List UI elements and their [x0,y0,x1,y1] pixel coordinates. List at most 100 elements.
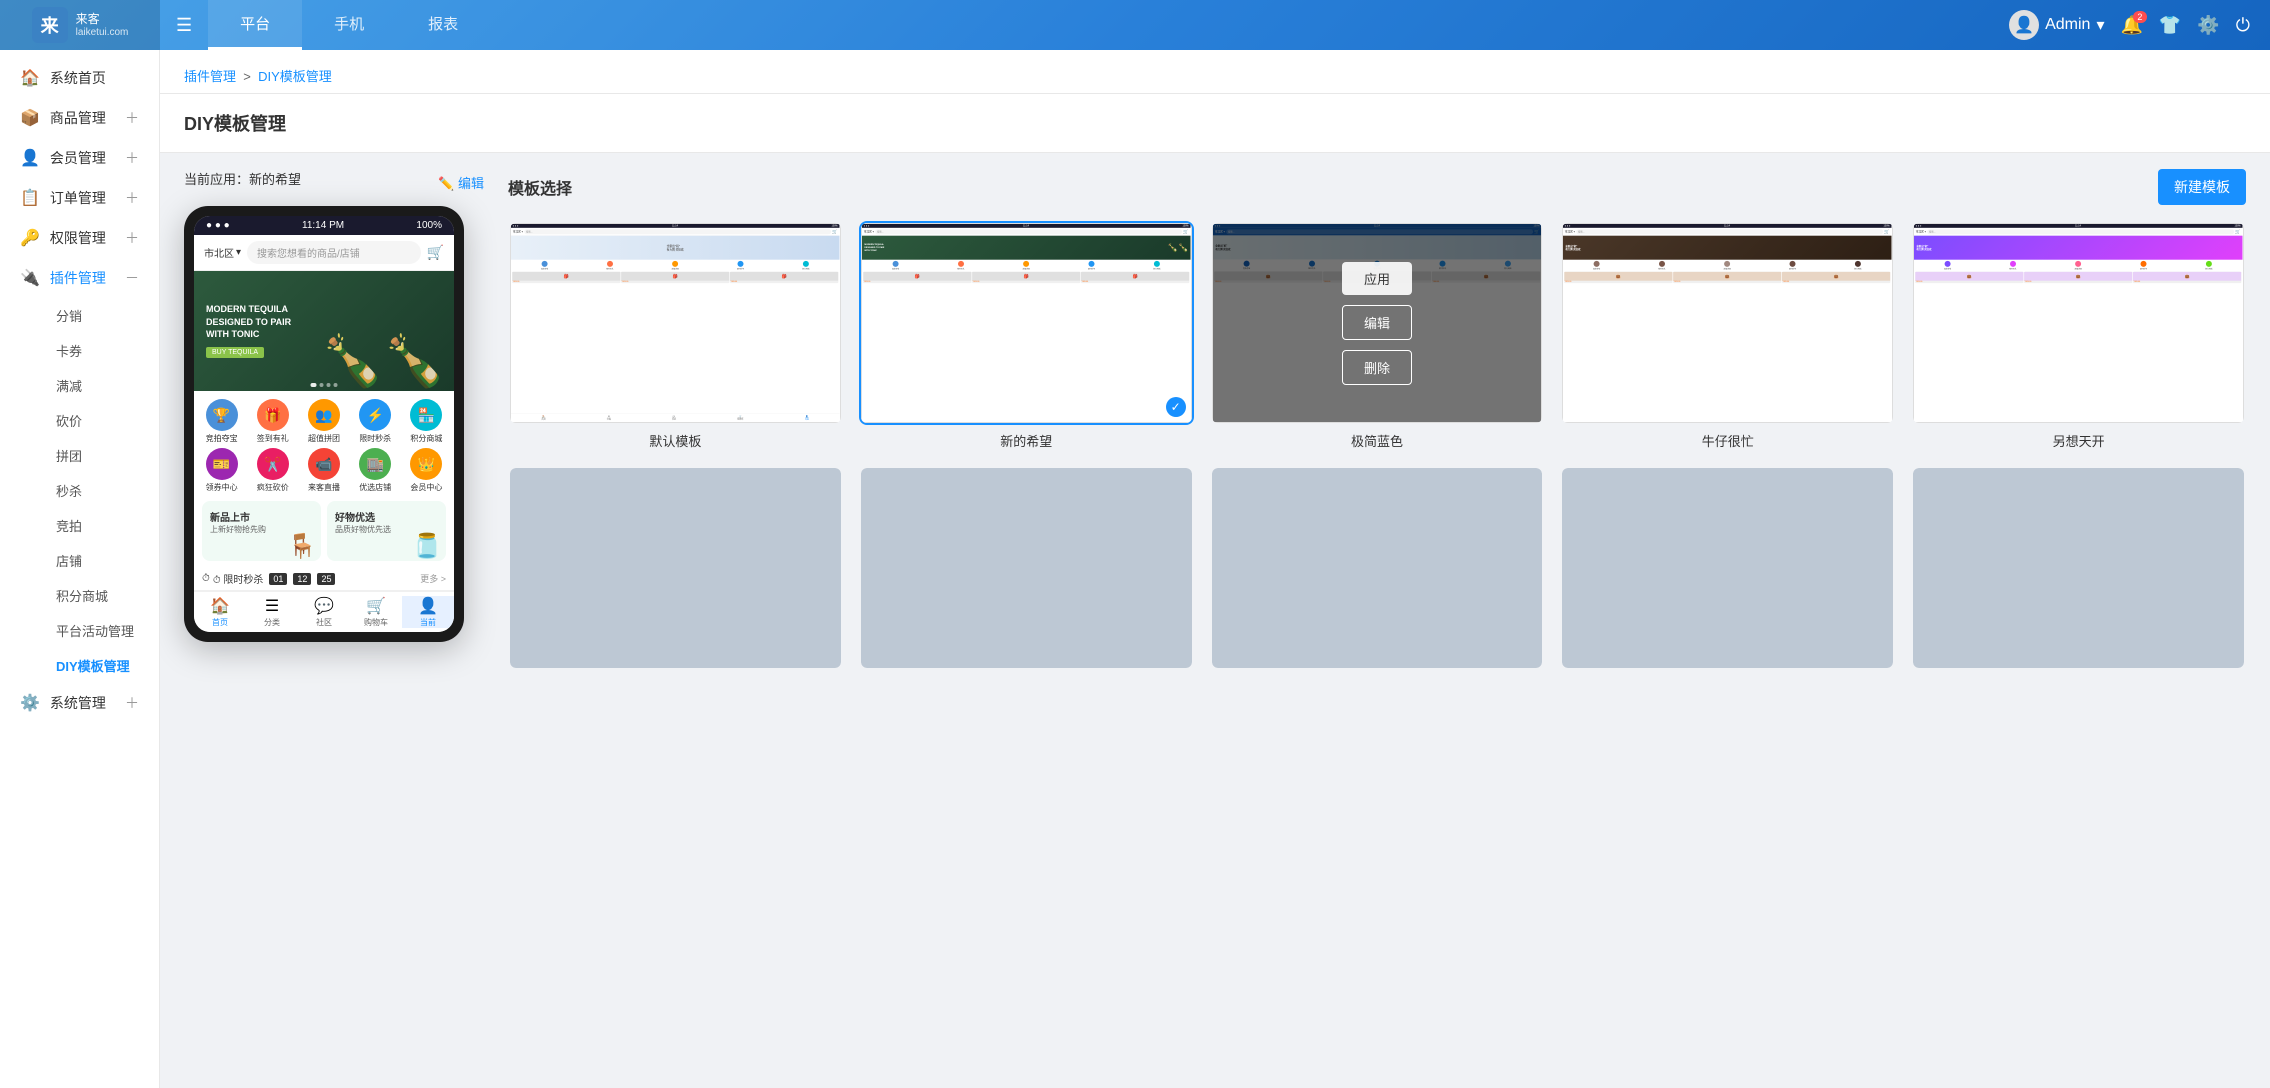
plus-icon-permissions[interactable]: ＋ [125,228,139,248]
apply-btn-blue[interactable]: 应用 [1342,262,1412,295]
hamburger-icon[interactable]: ☰ [160,15,208,36]
sidebar-sub-miaosha[interactable]: 秒杀 [44,473,159,508]
countdown-more[interactable]: 更多 > [420,572,446,585]
sidebar-sub-jingpai[interactable]: 竞拍 [44,508,159,543]
bottom-nav-community[interactable]: 💬 社区 [298,596,350,628]
template-card-hope[interactable]: ● ● ●11:14100% 市北区 ▾ 搜索... 🛒 MODERN TEQU… [859,221,1194,450]
phone-search[interactable]: 搜索您想看的商品/店铺 [247,241,421,264]
plus-icon-products[interactable]: ＋ [125,108,139,128]
sidebar-sub-score[interactable]: 积分商城 [44,578,159,613]
plus-icon-members[interactable]: ＋ [125,148,139,168]
dot-inactive [334,383,338,387]
notification-icon[interactable]: 🔔 2 [2120,15,2142,36]
banner-btn[interactable]: BUY TEQUILA [206,347,264,358]
icon-circle-jifenshop: 🏪 [410,399,442,431]
sidebar-sub-diy[interactable]: DIY模板管理 [44,648,159,683]
plugins-icon: 🔌 [20,268,40,288]
icon-shop[interactable]: 🏬 优选店铺 [352,448,399,493]
template-thumb-img-empty-4 [1562,468,1893,668]
page-title: DIY模板管理 [184,110,2246,136]
admin-menu[interactable]: 👤 Admin ▾ [2009,10,2104,40]
banner-text-area: MODERN TEQUILADESIGNED TO PAIRWITH TONIC… [194,291,303,371]
promo-title-good: 好物优选 [335,509,438,524]
sidebar-sub-shop[interactable]: 店铺 [44,543,159,578]
promo-card-good[interactable]: 好物优选 品质好物优先选 🫙 [327,501,446,561]
orders-icon: 📋 [20,188,40,208]
template-card-cowboy[interactable]: ● ● ●11:14100% 市北区 ▾ 搜索... 🛒 全新出"机"有大牌 买… [1560,221,1895,450]
sidebar-sub-fenxiao[interactable]: 分销 [44,298,159,333]
plus-icon-orders[interactable]: ＋ [125,188,139,208]
bottom-nav-home[interactable]: 🏠 首页 [194,596,246,628]
sidebar-item-products[interactable]: 📦 商品管理 ＋ [0,98,159,138]
icon-jingpai[interactable]: 🏆 竞拍夺宝 [198,399,245,444]
template-section: 模板选择 新建模板 ● ● ●11:14100% 市北区 ▾ [508,169,2246,691]
icon-member[interactable]: 👑 会员中心 [403,448,450,493]
power-icon[interactable]: ⏻ [2236,15,2250,36]
phone-location[interactable]: 市北区 ▾ [204,245,241,260]
notification-badge: 2 [2133,11,2147,23]
logo-main: 来客 [76,12,129,26]
top-nav: 来 来客 laiketui.com ☰ 平台 手机 报表 👤 Admin ▾ 🔔… [0,0,2270,50]
phone-frame: ● ● ● 11:14 PM 100% 市北区 ▾ 搜索您想看的商品/店铺 🛒 [184,206,464,642]
icon-pintuan[interactable]: 👥 超值拼团 [300,399,347,444]
sidebar-item-permissions[interactable]: 🔑 权限管理 ＋ [0,218,159,258]
page-header: DIY模板管理 [160,94,2270,153]
template-thumb-dream: ● ● ●11:14100% 市北区 ▾ 搜索... 🛒 全新出"机"有大牌 买… [1911,221,2246,425]
phone-cart-icon[interactable]: 🛒 [427,244,444,261]
delete-btn-blue[interactable]: 删除 [1342,350,1412,385]
sidebar-item-home[interactable]: 🏠 系统首页 [0,58,159,98]
templates-grid: ● ● ●11:14100% 市北区 ▾ 搜索... 🛒 全新出"机"有大牌 买… [508,221,2246,691]
sidebar-sub-pintuan[interactable]: 拼团 [44,438,159,473]
bottom-nav-profile[interactable]: 👤 当前 [402,596,454,628]
template-thumb-img-blue: ● ● ●11:14100% 市北区 ▾ 搜索... 🛒 全新出"机"有大牌 买… [1212,223,1543,423]
sidebar-sub-coupon[interactable]: 卡券 [44,333,159,368]
template-card-blue[interactable]: ● ● ●11:14100% 市北区 ▾ 搜索... 🛒 全新出"机"有大牌 买… [1210,221,1545,450]
icon-coupon[interactable]: 🎫 领券中心 [198,448,245,493]
template-thumb-hope: ● ● ●11:14100% 市北区 ▾ 搜索... 🛒 MODERN TEQU… [859,221,1194,425]
sidebar-item-system[interactable]: ⚙️ 系统管理 ＋ [0,683,159,723]
phone-countdown: ⏱ ⏱ 限时秒杀 01 12 25 更多 > [194,567,454,591]
nav-tab-report[interactable]: 报表 [396,0,490,50]
bottom-icon-profile: 👤 [418,596,438,616]
icon-label-jingpai: 竞拍夺宝 [206,433,238,444]
edit-btn-blue[interactable]: 编辑 [1342,305,1412,340]
minus-icon-plugins[interactable]: － [125,268,139,288]
edit-link[interactable]: ✏️ 编辑 [438,173,484,192]
template-thumb-img-hope: ● ● ●11:14100% 市北区 ▾ 搜索... 🛒 MODERN TEQU… [861,223,1192,423]
template-card-empty-2 [859,466,1194,691]
logo-text-block: 来客 laiketui.com [76,12,129,37]
icon-miaosha[interactable]: ⚡ 限时秒杀 [352,399,399,444]
template-card-empty-3 [1210,466,1545,691]
nav-tab-mobile[interactable]: 手机 [302,0,396,50]
bottom-nav-cart[interactable]: 🛒 购物车 [350,596,402,628]
bottom-label-profile: 当前 [420,617,436,628]
icon-kanjia[interactable]: ✂️ 疯狂砍价 [249,448,296,493]
sidebar-item-orders[interactable]: 📋 订单管理 ＋ [0,178,159,218]
icon-jifenshop[interactable]: 🏪 积分商城 [403,399,450,444]
sidebar-sub-platform[interactable]: 平台活动管理 [44,613,159,648]
icon-label-qiandao: 签到有礼 [257,433,289,444]
icon-live[interactable]: 📹 来客直播 [300,448,347,493]
countdown-text: ⏱ 限时秒杀 [213,571,264,586]
promo-card-new[interactable]: 新品上市 上新好物抢先购 🪑 [202,501,321,561]
permissions-icon: 🔑 [20,228,40,248]
template-name-dream: 另想天开 [1911,431,2246,450]
sidebar-sub-manjian[interactable]: 满减 [44,368,159,403]
nav-tab-platform[interactable]: 平台 [208,0,302,50]
sidebar-item-plugins[interactable]: 🔌 插件管理 － [0,258,159,298]
icon-label-miaosha: 限时秒杀 [359,433,391,444]
phone-status-bar: ● ● ● 11:14 PM 100% [194,216,454,235]
new-template-button[interactable]: 新建模板 [2158,169,2246,205]
tshirt-icon[interactable]: 👕 [2159,15,2181,36]
breadcrumb-parent[interactable]: 插件管理 [184,69,236,84]
icon-qiandao[interactable]: 🎁 签到有礼 [249,399,296,444]
plus-icon-system[interactable]: ＋ [125,693,139,713]
template-card-dream[interactable]: ● ● ●11:14100% 市北区 ▾ 搜索... 🛒 全新出"机"有大牌 买… [1911,221,2246,450]
bottom-nav-category[interactable]: ☰ 分类 [246,596,298,628]
banner-title: MODERN TEQUILADESIGNED TO PAIRWITH TONIC [206,303,291,341]
sidebar-item-members[interactable]: 👤 会员管理 ＋ [0,138,159,178]
template-card-default[interactable]: ● ● ●11:14100% 市北区 ▾ 搜索... 🛒 全新出"机"有大牌 买… [508,221,843,450]
sidebar-sub-kanjia[interactable]: 砍价 [44,403,159,438]
logo-sub: laiketui.com [76,27,129,38]
settings-icon[interactable]: ⚙️ [2197,15,2219,36]
